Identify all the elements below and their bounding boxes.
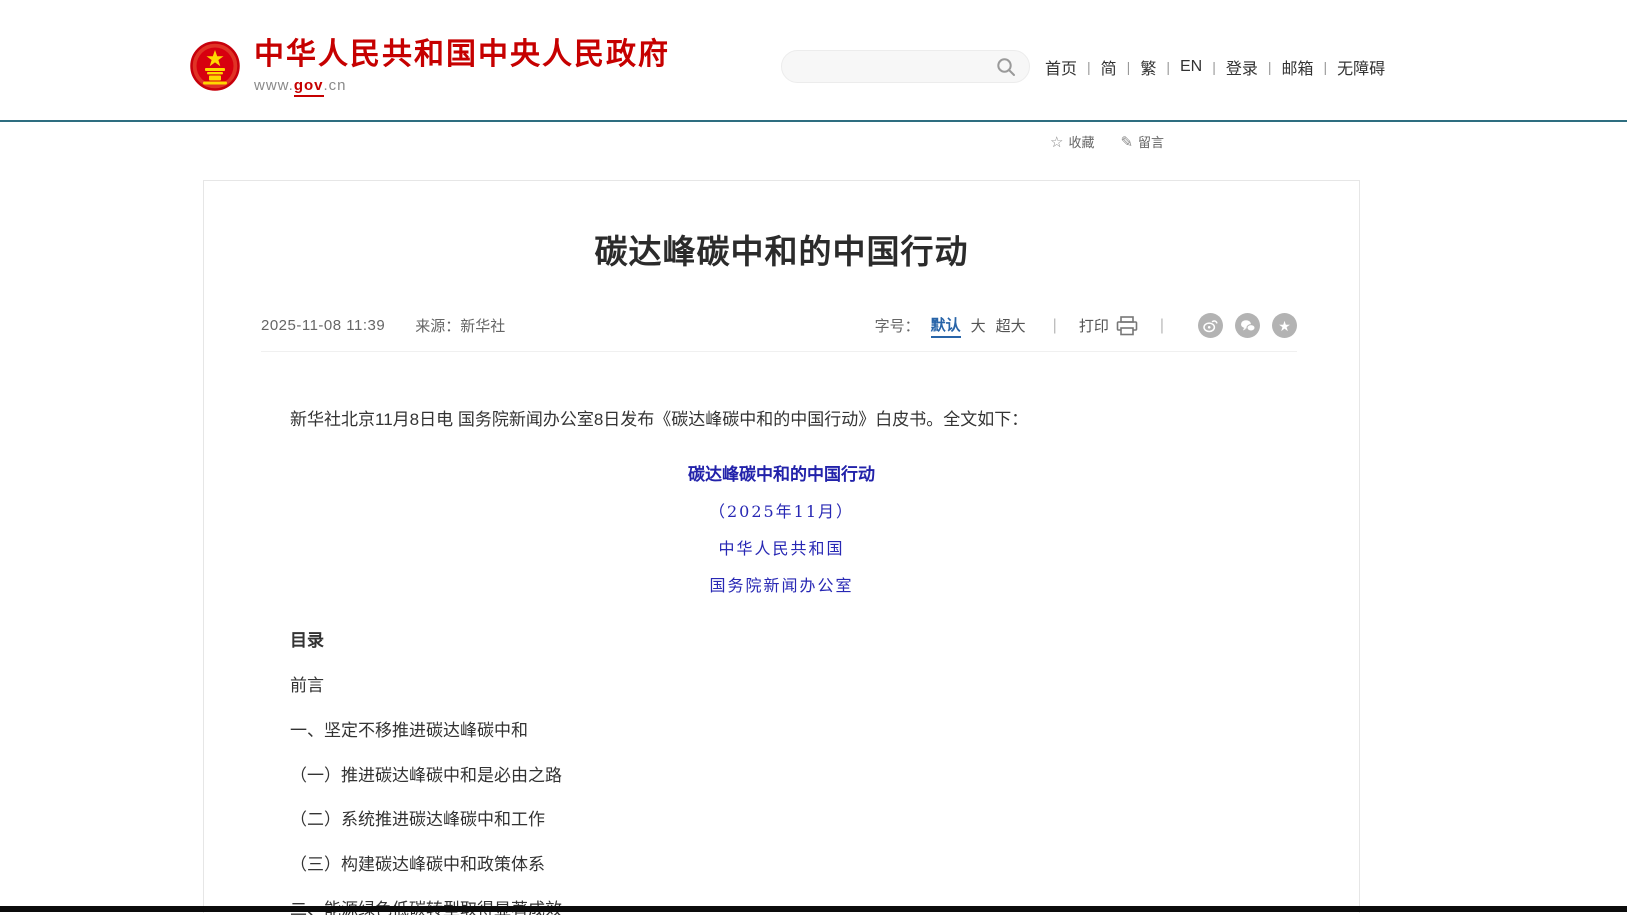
site-url-prefix: www.: [254, 77, 294, 94]
font-size-large[interactable]: 大: [971, 315, 986, 336]
pencil-icon: ✎: [1120, 133, 1133, 151]
search-box: [781, 50, 1030, 83]
weibo-icon: [1203, 318, 1218, 333]
national-emblem-icon: [190, 38, 240, 94]
nav-simplified[interactable]: 简: [1101, 55, 1117, 79]
font-size-default[interactable]: 默认: [931, 314, 961, 338]
article-meta: 2025-11-08 11:39 来源： 新华社 字号： 默认 大 超大 | 打…: [261, 313, 1297, 352]
source-label: 来源：: [415, 315, 460, 336]
meta-separator: |: [1160, 317, 1164, 335]
nav-separator: |: [1268, 59, 1272, 75]
nav-login[interactable]: 登录: [1226, 55, 1258, 79]
top-nav: 首页 | 简 | 繁 | EN | 登录 | 邮箱 | 无障碍: [1045, 55, 1385, 79]
comment-button[interactable]: ✎ 留言: [1120, 132, 1164, 151]
nav-separator: |: [1087, 59, 1091, 75]
site-url-gov: gov: [294, 77, 324, 97]
meta-separator: |: [1053, 317, 1057, 335]
site-header: 中华人民共和国中央人民政府 www.gov.cn 首页 | 简 | 繁 | EN…: [0, 0, 1627, 122]
wechat-icon: [1240, 319, 1256, 333]
site-title-block: 中华人民共和国中央人民政府 www.gov.cn: [254, 39, 670, 94]
share-star-icon: ★: [1278, 319, 1291, 333]
share-wechat-button[interactable]: [1235, 313, 1260, 338]
site-url-suffix: .cn: [324, 77, 347, 94]
favorite-label: 收藏: [1068, 132, 1094, 151]
article-source: 新华社: [460, 315, 505, 336]
font-size-xlarge[interactable]: 超大: [996, 315, 1026, 336]
font-size-label: 字号：: [875, 315, 920, 336]
nav-separator: |: [1166, 59, 1170, 75]
toc-item: （一）推进碳达峰碳中和是必由之路: [290, 767, 1273, 786]
toc-item: （三）构建碳达峰碳中和政策体系: [290, 856, 1273, 875]
favorite-button[interactable]: ☆ 收藏: [1050, 132, 1094, 151]
toc-heading: 目录: [290, 626, 1273, 651]
meta-left: 2025-11-08 11:39 来源： 新华社: [261, 315, 505, 336]
print-button[interactable]: 打印: [1079, 315, 1138, 336]
nav-separator: |: [1324, 59, 1328, 75]
nav-accessibility[interactable]: 无障碍: [1337, 55, 1385, 79]
comment-label: 留言: [1138, 132, 1164, 151]
search-input[interactable]: [800, 59, 995, 75]
toc-item: 前言: [290, 677, 1273, 696]
meta-right: 字号： 默认 大 超大 | 打印 |: [875, 313, 1297, 338]
print-label: 打印: [1079, 315, 1109, 336]
star-icon: ☆: [1050, 133, 1063, 151]
document-subtitle: （2025年11月）: [290, 498, 1273, 522]
nav-separator: |: [1212, 59, 1216, 75]
nav-home[interactable]: 首页: [1045, 55, 1077, 79]
toc-item: 一、坚定不移推进碳达峰碳中和: [290, 722, 1273, 741]
toc-item: （二）系统推进碳达峰碳中和工作: [290, 811, 1273, 830]
site-url: www.gov.cn: [254, 77, 670, 94]
page: 中华人民共和国中央人民政府 www.gov.cn 首页 | 简 | 繁 | EN…: [0, 0, 1627, 915]
share-more-button[interactable]: ★: [1272, 313, 1297, 338]
article-date: 2025-11-08 11:39: [261, 317, 385, 334]
site-logo[interactable]: 中华人民共和国中央人民政府 www.gov.cn: [190, 38, 670, 94]
site-title: 中华人民共和国中央人民政府: [254, 39, 670, 71]
article-body: 新华社北京11月8日电 国务院新闻办公室8日发布《碳达峰碳中和的中国行动》白皮书…: [204, 407, 1359, 915]
printer-icon: [1116, 316, 1138, 336]
search-icon[interactable]: [995, 56, 1017, 78]
document-author-line1: 中华人民共和国: [290, 535, 1273, 559]
bottom-divider: [0, 906, 1627, 912]
document-author-line2: 国务院新闻办公室: [290, 572, 1273, 596]
nav-english[interactable]: EN: [1180, 58, 1202, 76]
page-actions: ☆ 收藏 ✎ 留言: [1050, 132, 1190, 151]
share-weibo-button[interactable]: [1198, 313, 1223, 338]
nav-mail[interactable]: 邮箱: [1282, 55, 1314, 79]
share-group: ★: [1186, 313, 1297, 338]
lead-paragraph: 新华社北京11月8日电 国务院新闻办公室8日发布《碳达峰碳中和的中国行动》白皮书…: [290, 407, 1273, 433]
nav-traditional[interactable]: 繁: [1140, 55, 1156, 79]
nav-separator: |: [1127, 59, 1131, 75]
document-title: 碳达峰碳中和的中国行动: [290, 460, 1273, 485]
page-title: 碳达峰碳中和的中国行动: [204, 225, 1359, 273]
article-container: 碳达峰碳中和的中国行动 2025-11-08 11:39 来源： 新华社 字号：…: [203, 180, 1360, 913]
